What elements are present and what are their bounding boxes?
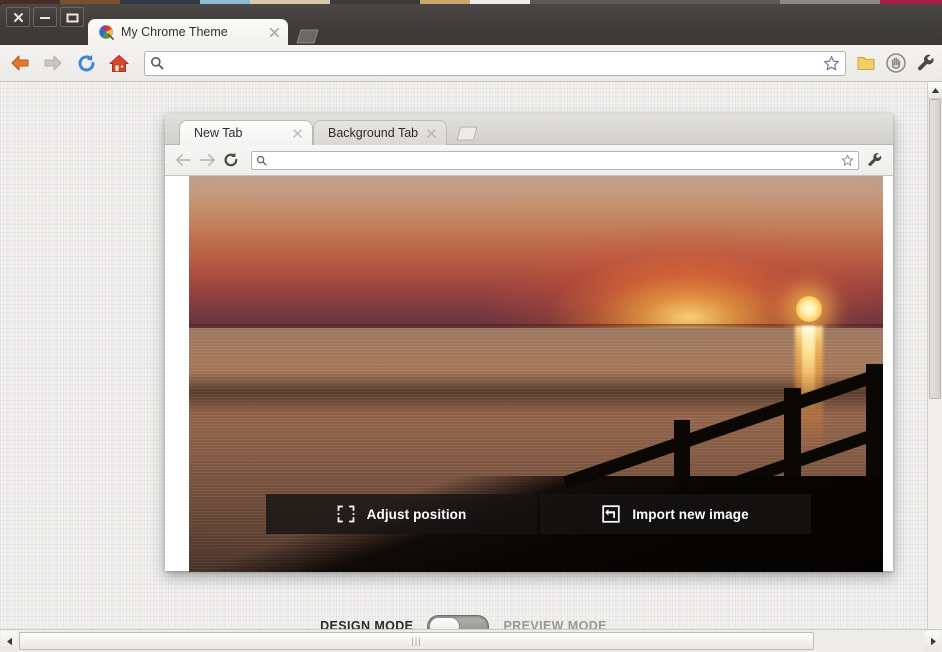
scroll-up-arrow-icon — [931, 87, 939, 93]
home-icon — [109, 54, 129, 72]
browser-window: My Chrome Theme New Tab Background Tab A… — [0, 4, 942, 652]
star-icon[interactable] — [841, 154, 854, 167]
privacy-hand-button[interactable] — [882, 49, 910, 77]
scroll-left-arrow-icon — [6, 637, 12, 645]
adjust-position-label: Adjust position — [366, 506, 467, 522]
forward-arrow-icon — [199, 154, 215, 166]
preview-tab-label: Background Tab — [328, 126, 419, 140]
theme-editor-page: New Tab Background Tab Adjust position I… — [0, 82, 927, 629]
minimize-window-button[interactable] — [33, 7, 57, 27]
browser-toolbar — [0, 45, 942, 82]
mode-switch-row: DESIGN MODE PREVIEW MODE — [0, 610, 927, 629]
close-window-button[interactable] — [6, 7, 30, 27]
search-icon — [151, 57, 164, 70]
mode-toggle-knob[interactable] — [429, 616, 461, 629]
horizontal-scrollbar-thumb[interactable]: ||| — [19, 632, 814, 650]
address-bar[interactable] — [144, 50, 846, 76]
import-new-image-button[interactable]: Import new image — [540, 494, 811, 534]
forward-button — [40, 50, 66, 76]
preview-mode-label[interactable]: PREVIEW MODE — [503, 619, 606, 629]
browser-tab-title: My Chrome Theme — [121, 25, 228, 39]
home-button[interactable] — [106, 50, 132, 76]
scroll-right-arrow-icon — [930, 637, 936, 645]
back-button[interactable] — [7, 50, 33, 76]
close-tab-icon[interactable] — [267, 25, 282, 40]
preview-wrench-button[interactable] — [863, 148, 887, 172]
window-titlebar[interactable]: My Chrome Theme — [0, 4, 942, 45]
bookmarks-folder-icon — [857, 57, 875, 70]
preview-reload-button[interactable] — [219, 148, 243, 172]
crop-marquee-icon — [337, 505, 354, 523]
preview-back-button — [171, 148, 195, 172]
maximize-icon — [66, 13, 78, 22]
close-tab-icon[interactable] — [425, 127, 438, 140]
scroll-up-button[interactable] — [928, 82, 942, 99]
bookmarks-folder-button[interactable] — [852, 49, 880, 77]
vertical-scrollbar[interactable] — [927, 82, 942, 629]
search-icon — [256, 155, 267, 166]
theme-palette-icon — [99, 25, 114, 40]
theme-background-image[interactable]: Adjust position Import new image — [189, 176, 883, 572]
scroll-left-button[interactable] — [1, 631, 17, 651]
back-arrow-icon — [11, 55, 29, 71]
import-image-icon — [602, 505, 620, 523]
image-action-bar: Adjust position Import new image — [266, 494, 811, 534]
close-tab-icon[interactable] — [291, 127, 304, 140]
reload-button[interactable] — [73, 50, 99, 76]
star-icon[interactable] — [823, 55, 840, 72]
horizontal-scrollbar[interactable]: ||| — [0, 629, 942, 652]
preview-tab-background-tab[interactable]: Background Tab — [313, 120, 447, 145]
design-mode-label[interactable]: DESIGN MODE — [320, 619, 413, 629]
scrollbar-grip: ||| — [411, 636, 422, 646]
preview-new-tab-button[interactable] — [453, 125, 479, 142]
theme-preview-window: New Tab Background Tab Adjust position I… — [165, 114, 893, 572]
wrench-menu-icon — [918, 54, 934, 71]
close-icon — [13, 12, 23, 22]
preview-tab-label: New Tab — [194, 126, 243, 140]
import-new-image-label: Import new image — [632, 506, 749, 522]
reload-icon — [78, 54, 94, 71]
new-tab-button[interactable] — [293, 27, 320, 45]
maximize-window-button[interactable] — [60, 7, 84, 27]
scroll-right-button[interactable] — [925, 631, 941, 651]
preview-toolbar — [165, 145, 893, 176]
forward-arrow-icon — [44, 55, 62, 71]
wrench-menu-icon — [868, 153, 882, 166]
preview-address-bar[interactable] — [251, 150, 859, 170]
reload-icon — [224, 152, 238, 167]
privacy-hand-icon — [886, 53, 906, 73]
browser-tab-my-chrome-theme[interactable]: My Chrome Theme — [88, 19, 288, 45]
preview-forward-button — [195, 148, 219, 172]
adjust-position-button[interactable]: Adjust position — [266, 494, 537, 534]
mode-toggle-switch[interactable] — [427, 614, 490, 629]
minimize-icon — [40, 16, 50, 19]
wrench-menu-button[interactable] — [912, 49, 940, 77]
preview-tabstrip: New Tab Background Tab — [165, 114, 893, 145]
preview-tab-new-tab[interactable]: New Tab — [179, 120, 313, 145]
back-arrow-icon — [175, 154, 191, 166]
vertical-scrollbar-thumb[interactable] — [929, 99, 941, 399]
